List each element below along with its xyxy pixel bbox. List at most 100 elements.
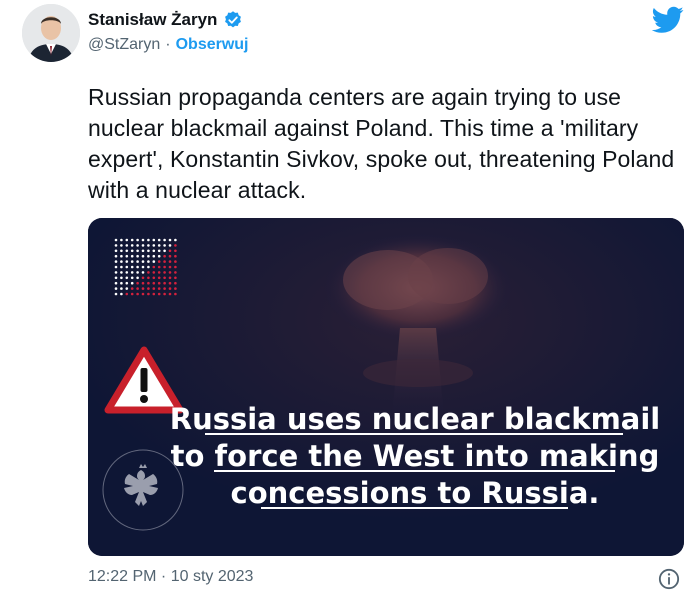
- pattern-dot: [120, 271, 123, 274]
- tweet-text: Russian propaganda centers are again try…: [88, 84, 675, 203]
- pattern-dot: [174, 281, 177, 285]
- pattern-dot: [125, 276, 129, 280]
- pattern-dot: [168, 281, 172, 285]
- pattern-dot: [152, 271, 156, 274]
- pattern-dot: [125, 260, 129, 263]
- info-icon[interactable]: [658, 568, 680, 590]
- pattern-dot: [174, 292, 177, 296]
- pattern-dot: [152, 254, 156, 258]
- pattern-dot: [130, 292, 134, 296]
- pattern-dot: [147, 260, 150, 263]
- pattern-dot: [147, 249, 150, 253]
- pattern-dot: [174, 265, 177, 269]
- pattern-dot: [114, 254, 118, 258]
- pattern-dot: [141, 254, 145, 258]
- pattern-dot: [168, 265, 172, 269]
- pattern-dot: [141, 244, 145, 247]
- pattern-dot: [152, 249, 156, 253]
- pattern-dot: [120, 292, 123, 296]
- pattern-dot: [174, 276, 177, 280]
- headline-line-2: to force the West into making: [171, 439, 660, 473]
- tweet-media-image[interactable]: Russia uses nuclear blackmail to force t…: [88, 218, 684, 556]
- headline-line-1: Russia uses nuclear blackmail: [170, 402, 661, 436]
- pattern-dot: [157, 271, 161, 274]
- pattern-dot: [152, 276, 156, 280]
- pattern-dot: [125, 249, 129, 253]
- pattern-dot: [168, 254, 172, 258]
- pattern-dot: [152, 238, 156, 242]
- pattern-dot: [152, 292, 156, 296]
- pattern-dot: [163, 265, 166, 269]
- pattern-dot: [125, 292, 129, 296]
- pattern-dot: [136, 244, 139, 247]
- pattern-dot: [163, 260, 166, 263]
- pattern-dot: [174, 254, 177, 258]
- pattern-dot: [120, 244, 123, 247]
- pattern-dot: [120, 238, 123, 242]
- pattern-dot: [168, 249, 172, 253]
- separator-dot: ·: [165, 36, 171, 53]
- pattern-dot: [168, 260, 172, 263]
- pattern-dot: [125, 287, 129, 290]
- pattern-dot: [120, 281, 123, 285]
- pattern-dot: [147, 265, 150, 269]
- pattern-dot: [152, 244, 156, 247]
- pattern-dot: [141, 276, 145, 280]
- pattern-dot: [157, 276, 161, 280]
- pattern-dot: [157, 265, 161, 269]
- pattern-dot: [163, 271, 166, 274]
- pattern-dot: [168, 276, 172, 280]
- pattern-dot: [130, 281, 134, 285]
- pattern-dot: [152, 265, 156, 269]
- pattern-dot: [168, 271, 172, 274]
- pattern-dot: [157, 238, 161, 242]
- pattern-dot: [147, 292, 150, 296]
- pattern-dot: [125, 271, 129, 274]
- pattern-dot: [136, 292, 139, 296]
- pattern-dot: [163, 292, 166, 296]
- media-headline: Russia uses nuclear blackmail to force t…: [170, 402, 661, 510]
- pattern-dot: [157, 244, 161, 247]
- pattern-dot: [120, 249, 123, 253]
- pattern-dot: [114, 276, 118, 280]
- author-handle[interactable]: @StZaryn: [88, 36, 160, 54]
- pattern-dot: [168, 287, 172, 290]
- pattern-dot: [163, 276, 166, 280]
- pattern-dot: [163, 238, 166, 242]
- pattern-dot: [130, 260, 134, 263]
- pattern-dot: [130, 276, 134, 280]
- pattern-dot: [147, 276, 150, 280]
- pattern-dot: [152, 281, 156, 285]
- display-name[interactable]: Stanisław Żaryn: [88, 10, 217, 30]
- pattern-dot: [141, 292, 145, 296]
- pattern-dot: [163, 244, 166, 247]
- pattern-dot: [136, 260, 139, 263]
- pattern-dot: [168, 238, 172, 242]
- pattern-dot: [114, 265, 118, 269]
- pattern-dot: [147, 244, 150, 247]
- pattern-dot: [163, 287, 166, 290]
- pattern-dot: [163, 249, 166, 253]
- tweet-timestamp[interactable]: 12:22 PM · 10 sty 2023: [88, 568, 253, 586]
- pattern-dot: [141, 271, 145, 274]
- pattern-dot: [147, 271, 150, 274]
- pattern-dot: [114, 281, 118, 285]
- pattern-dot: [114, 260, 118, 263]
- avatar[interactable]: [22, 4, 80, 62]
- pattern-dot: [114, 249, 118, 253]
- pattern-dot: [174, 287, 177, 290]
- pattern-dot: [157, 281, 161, 285]
- pattern-dot: [157, 260, 161, 263]
- pattern-dot: [174, 238, 177, 242]
- pattern-dot: [152, 287, 156, 290]
- pattern-dot: [141, 265, 145, 269]
- follow-button[interactable]: Obserwuj: [176, 36, 249, 54]
- pattern-dot: [141, 238, 145, 242]
- pattern-dot: [157, 254, 161, 258]
- twitter-bird-icon[interactable]: [652, 6, 684, 34]
- pattern-dot: [114, 292, 118, 296]
- pattern-dot: [174, 249, 177, 253]
- pattern-dot: [130, 244, 134, 247]
- handle-row: @StZaryn · Obserwuj: [88, 36, 249, 54]
- pattern-dot: [147, 287, 150, 290]
